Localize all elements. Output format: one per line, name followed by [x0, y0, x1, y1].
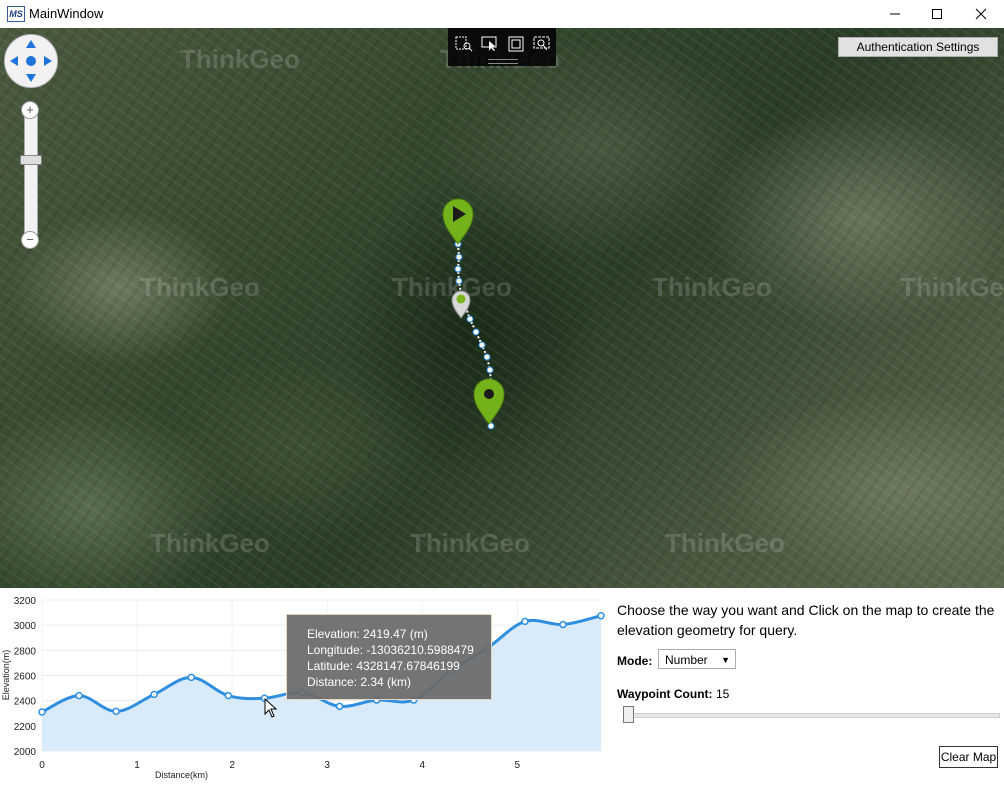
waypoint-slider-thumb[interactable] [623, 706, 634, 723]
y-tick-label: 3000 [14, 621, 37, 632]
tooltip-latitude: Latitude: 4328147.67846199 [307, 659, 460, 673]
close-icon [975, 8, 987, 20]
elevation-tooltip: Elevation: 2419.47 (m) Longitude: -13036… [286, 614, 492, 700]
chevron-down-icon: ▼ [721, 655, 730, 665]
y-tick-label: 2200 [14, 722, 37, 733]
y-tick-label: 2400 [14, 697, 37, 708]
waypoint-count-label: Waypoint Count: [617, 687, 713, 701]
route-waypoint-dot [454, 265, 462, 273]
mode-select[interactable]: Number ▼ [658, 649, 736, 669]
data-point [150, 690, 158, 699]
route-waypoint-dot [483, 353, 491, 361]
y-tick-label: 2800 [14, 646, 37, 657]
maximize-icon [932, 9, 942, 19]
minimize-button[interactable] [872, 0, 918, 28]
query-panel: Choose the way you want and Click on the… [606, 590, 1004, 786]
waypoint-slider-track[interactable] [624, 713, 1000, 718]
y-tick-label: 2000 [14, 747, 37, 758]
x-tick-label: 1 [134, 760, 140, 771]
data-point [559, 620, 567, 629]
x-tick-label: 4 [419, 760, 425, 771]
data-point [75, 691, 83, 700]
tooltip-longitude: Longitude: -13036210.5988479 [307, 643, 474, 657]
x-tick-label: 0 [39, 760, 45, 771]
route-layer [442, 198, 505, 430]
waypoint-count-value: 15 [716, 687, 730, 701]
data-point [187, 673, 196, 682]
route-waypoint-dot [455, 253, 463, 261]
zoom-in-button[interactable]: + [21, 101, 39, 119]
route-waypoint-dot [466, 315, 474, 323]
maximize-button[interactable] [914, 0, 960, 28]
mode-select-value: Number [665, 653, 708, 667]
close-button[interactable] [958, 0, 1004, 28]
data-point [224, 691, 233, 700]
data-point [38, 708, 46, 716]
tooltip-distance: Distance: 2.34 (km) [307, 675, 412, 689]
x-tick-label: 3 [324, 760, 330, 771]
title-bar: MS MainWindow [0, 0, 1004, 28]
play-marker-icon[interactable] [442, 198, 474, 245]
route-waypoint-dot [486, 366, 494, 374]
y-tick-label: 2600 [14, 672, 37, 683]
minimize-icon [890, 13, 900, 15]
route-waypoint-dot [478, 341, 486, 349]
data-point [521, 617, 529, 626]
tooltip-elevation: Elevation: 2419.47 (m) [307, 627, 428, 641]
waypoint-marker-icon[interactable] [451, 290, 471, 319]
map-view[interactable]: ThinkGeo ThinkGeo ThinkGeo ThinkGeo Thin… [0, 28, 1004, 588]
data-point [597, 611, 605, 620]
y-tick-label: 3200 [14, 596, 37, 607]
x-axis-label: Distance(km) [155, 770, 208, 780]
app-icon: MS [7, 6, 25, 22]
clear-map-button[interactable]: Clear Map [939, 746, 998, 768]
y-axis-label: Elevation(m) [1, 650, 11, 701]
x-tick-label: 5 [515, 760, 521, 771]
mode-label: Mode: [617, 654, 653, 668]
route-waypoint-dot [455, 277, 463, 285]
x-tick-label: 2 [229, 760, 235, 771]
data-point [335, 702, 344, 711]
zoom-out-button[interactable]: − [21, 231, 39, 249]
mouse-cursor-icon [264, 698, 278, 718]
route-waypoint-dot [472, 328, 480, 336]
end-marker-icon[interactable] [473, 378, 505, 425]
zoom-slider-thumb[interactable] [20, 155, 42, 165]
instruction-text: Choose the way you want and Click on the… [617, 602, 995, 638]
window-title: MainWindow [29, 6, 104, 21]
data-point [112, 707, 120, 716]
